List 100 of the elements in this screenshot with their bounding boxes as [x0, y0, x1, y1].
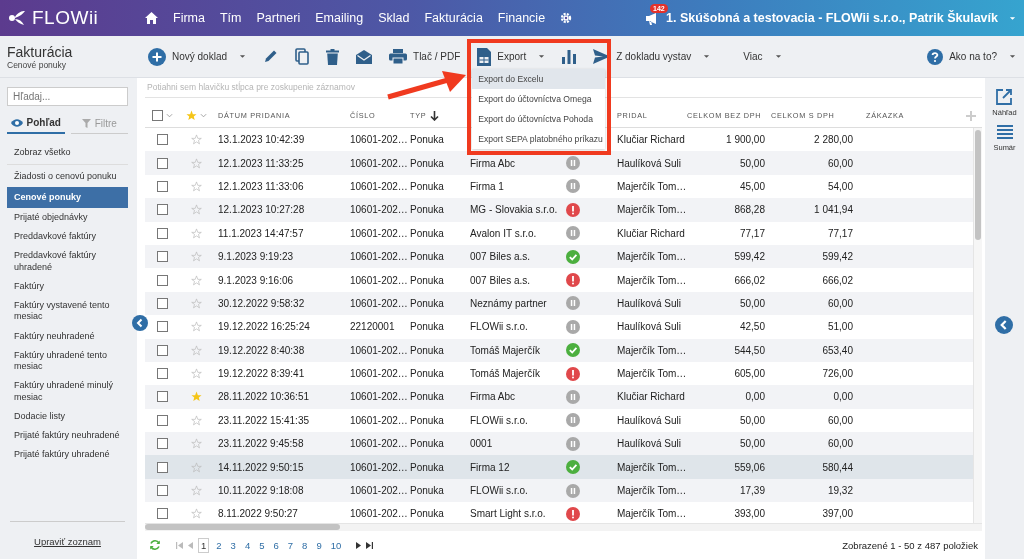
menu-item[interactable]: Export do účtovníctva Omega [472, 88, 606, 109]
page-link[interactable]: 1 [198, 537, 210, 553]
checkbox[interactable] [157, 321, 168, 333]
scrollbar[interactable] [973, 128, 982, 523]
checkbox[interactable] [157, 485, 168, 497]
checkbox[interactable] [157, 297, 168, 309]
bar-chart-icon[interactable] [562, 49, 577, 64]
page-link[interactable]: 9 [314, 538, 324, 552]
table-cell: Haulíková Suli [617, 297, 681, 309]
nav-link[interactable]: Financie [497, 11, 546, 25]
caret-icon[interactable] [1009, 15, 1016, 21]
last-page-icon[interactable] [366, 541, 374, 549]
home-icon[interactable] [145, 12, 158, 24]
star-icon[interactable] [191, 485, 202, 497]
page-link[interactable]: 10 [328, 538, 344, 552]
sidebar-item[interactable]: Preddavkové faktúry uhradené [7, 246, 128, 277]
star-icon[interactable] [191, 204, 202, 216]
checkbox[interactable] [152, 110, 163, 121]
star-icon[interactable] [186, 110, 197, 121]
account-name[interactable]: 1. Skúšobná a testovacia - FLOWii s.r.o., Patrik Škulavík [666, 11, 998, 25]
sidebar-item[interactable]: Faktúry uhradené minulý mesiac [7, 376, 128, 407]
refresh-icon[interactable] [149, 539, 161, 551]
star-icon[interactable] [191, 508, 202, 520]
page-link[interactable]: 4 [242, 538, 253, 552]
star-icon[interactable] [191, 251, 202, 263]
page-link[interactable]: 7 [285, 538, 296, 552]
settings-icon[interactable] [560, 12, 573, 24]
sidebar-item[interactable]: Prijaté faktúry neuhradené [7, 426, 128, 446]
table-cell: Klučiar Richard [617, 391, 685, 403]
star-icon[interactable] [191, 227, 202, 239]
menu-item[interactable]: Export SEPA platobného príkazu [472, 128, 606, 149]
checkbox[interactable] [157, 134, 168, 146]
star-icon[interactable] [191, 344, 202, 356]
sidebar-item[interactable]: Žiadosti o cenovú ponuku [7, 167, 128, 187]
sidebar-item[interactable]: Faktúry [7, 276, 128, 296]
trash-icon[interactable] [326, 48, 340, 65]
nav-link[interactable]: Emailing [315, 11, 364, 25]
sidebar-item[interactable]: Cenové ponuky [7, 186, 128, 208]
star-icon[interactable] [191, 414, 202, 426]
star-icon[interactable] [191, 391, 202, 403]
star-icon[interactable] [191, 368, 202, 380]
sidebar-item[interactable]: Prijaté objednávky [7, 207, 128, 227]
search-field[interactable]: Hľadaj... [7, 87, 128, 106]
nav-link[interactable]: Fakturácia [424, 11, 483, 25]
checkbox[interactable] [157, 274, 168, 286]
star-icon[interactable] [191, 180, 202, 192]
menu-item[interactable]: Export do účtovníctva Pohoda [472, 108, 606, 129]
checkbox[interactable] [157, 461, 168, 473]
sidebar-item[interactable]: Zobraz všetko [7, 143, 128, 166]
next-page-icon[interactable] [356, 541, 362, 549]
collapse-icon[interactable] [132, 315, 148, 331]
checkbox[interactable] [157, 227, 168, 239]
nav-link[interactable]: Sklad [378, 11, 410, 25]
help-button[interactable]: Ako na to? [927, 48, 1016, 65]
checkbox[interactable] [157, 391, 168, 403]
page-link[interactable]: 5 [257, 538, 267, 552]
sidebar-item[interactable]: Faktúry uhradené tento mesiac [7, 345, 128, 377]
table-cell: Ponuka [410, 134, 444, 146]
toolbar-button[interactable]: Nový doklad [148, 47, 247, 66]
toolbar-button[interactable]: Viac [743, 51, 782, 62]
toolbar-button[interactable]: Tlač / PDF [389, 49, 461, 64]
envelope-icon[interactable] [356, 49, 373, 64]
sidebar-item[interactable]: Prijaté faktúry uhradené [7, 445, 128, 465]
page-link[interactable]: 8 [300, 538, 310, 552]
star-icon[interactable] [191, 157, 202, 169]
star-icon[interactable] [191, 461, 202, 473]
sidebar-item[interactable]: Faktúry neuhradené [7, 326, 128, 346]
star-icon[interactable] [191, 321, 202, 333]
star-icon[interactable] [191, 438, 202, 450]
toolbar-button[interactable]: Export [477, 47, 546, 66]
checkbox[interactable] [157, 508, 168, 520]
menu-item[interactable]: Export do Excelu [472, 68, 606, 89]
sidebar-item[interactable]: Dodacie listy [7, 406, 128, 426]
checkbox[interactable] [157, 344, 168, 356]
checkbox[interactable] [157, 180, 168, 192]
page-link[interactable]: 3 [228, 538, 238, 552]
sidebar-item[interactable]: Preddavkové faktúry [7, 227, 128, 247]
edit-list-link[interactable]: Upraviť zoznam [34, 536, 101, 547]
checkbox[interactable] [157, 251, 168, 263]
collapse-icon[interactable] [995, 316, 1013, 334]
toolbar-button[interactable]: Z dokladu vystav [593, 49, 711, 64]
view-tab[interactable]: Pohľad [7, 114, 65, 134]
nav-link[interactable]: Tím [219, 11, 242, 25]
page-link[interactable]: 6 [271, 538, 281, 552]
checkbox[interactable] [157, 157, 168, 169]
sidebar-item[interactable]: Faktúry vystavené tento mesiac [7, 296, 128, 327]
table-cell: 51,00 [827, 321, 853, 333]
nav-link[interactable]: Firma [173, 11, 205, 25]
pencil-icon[interactable] [263, 49, 279, 64]
checkbox[interactable] [157, 204, 168, 216]
checkbox[interactable] [157, 414, 168, 426]
star-icon[interactable] [191, 297, 202, 309]
nav-link[interactable]: Partneri [256, 11, 301, 25]
star-icon[interactable] [191, 134, 202, 146]
checkbox[interactable] [157, 438, 168, 450]
scrollbar[interactable] [145, 523, 982, 531]
page-link[interactable]: 2 [214, 538, 224, 552]
checkbox[interactable] [157, 368, 168, 380]
copy-icon[interactable] [295, 48, 310, 65]
star-icon[interactable] [191, 274, 202, 286]
